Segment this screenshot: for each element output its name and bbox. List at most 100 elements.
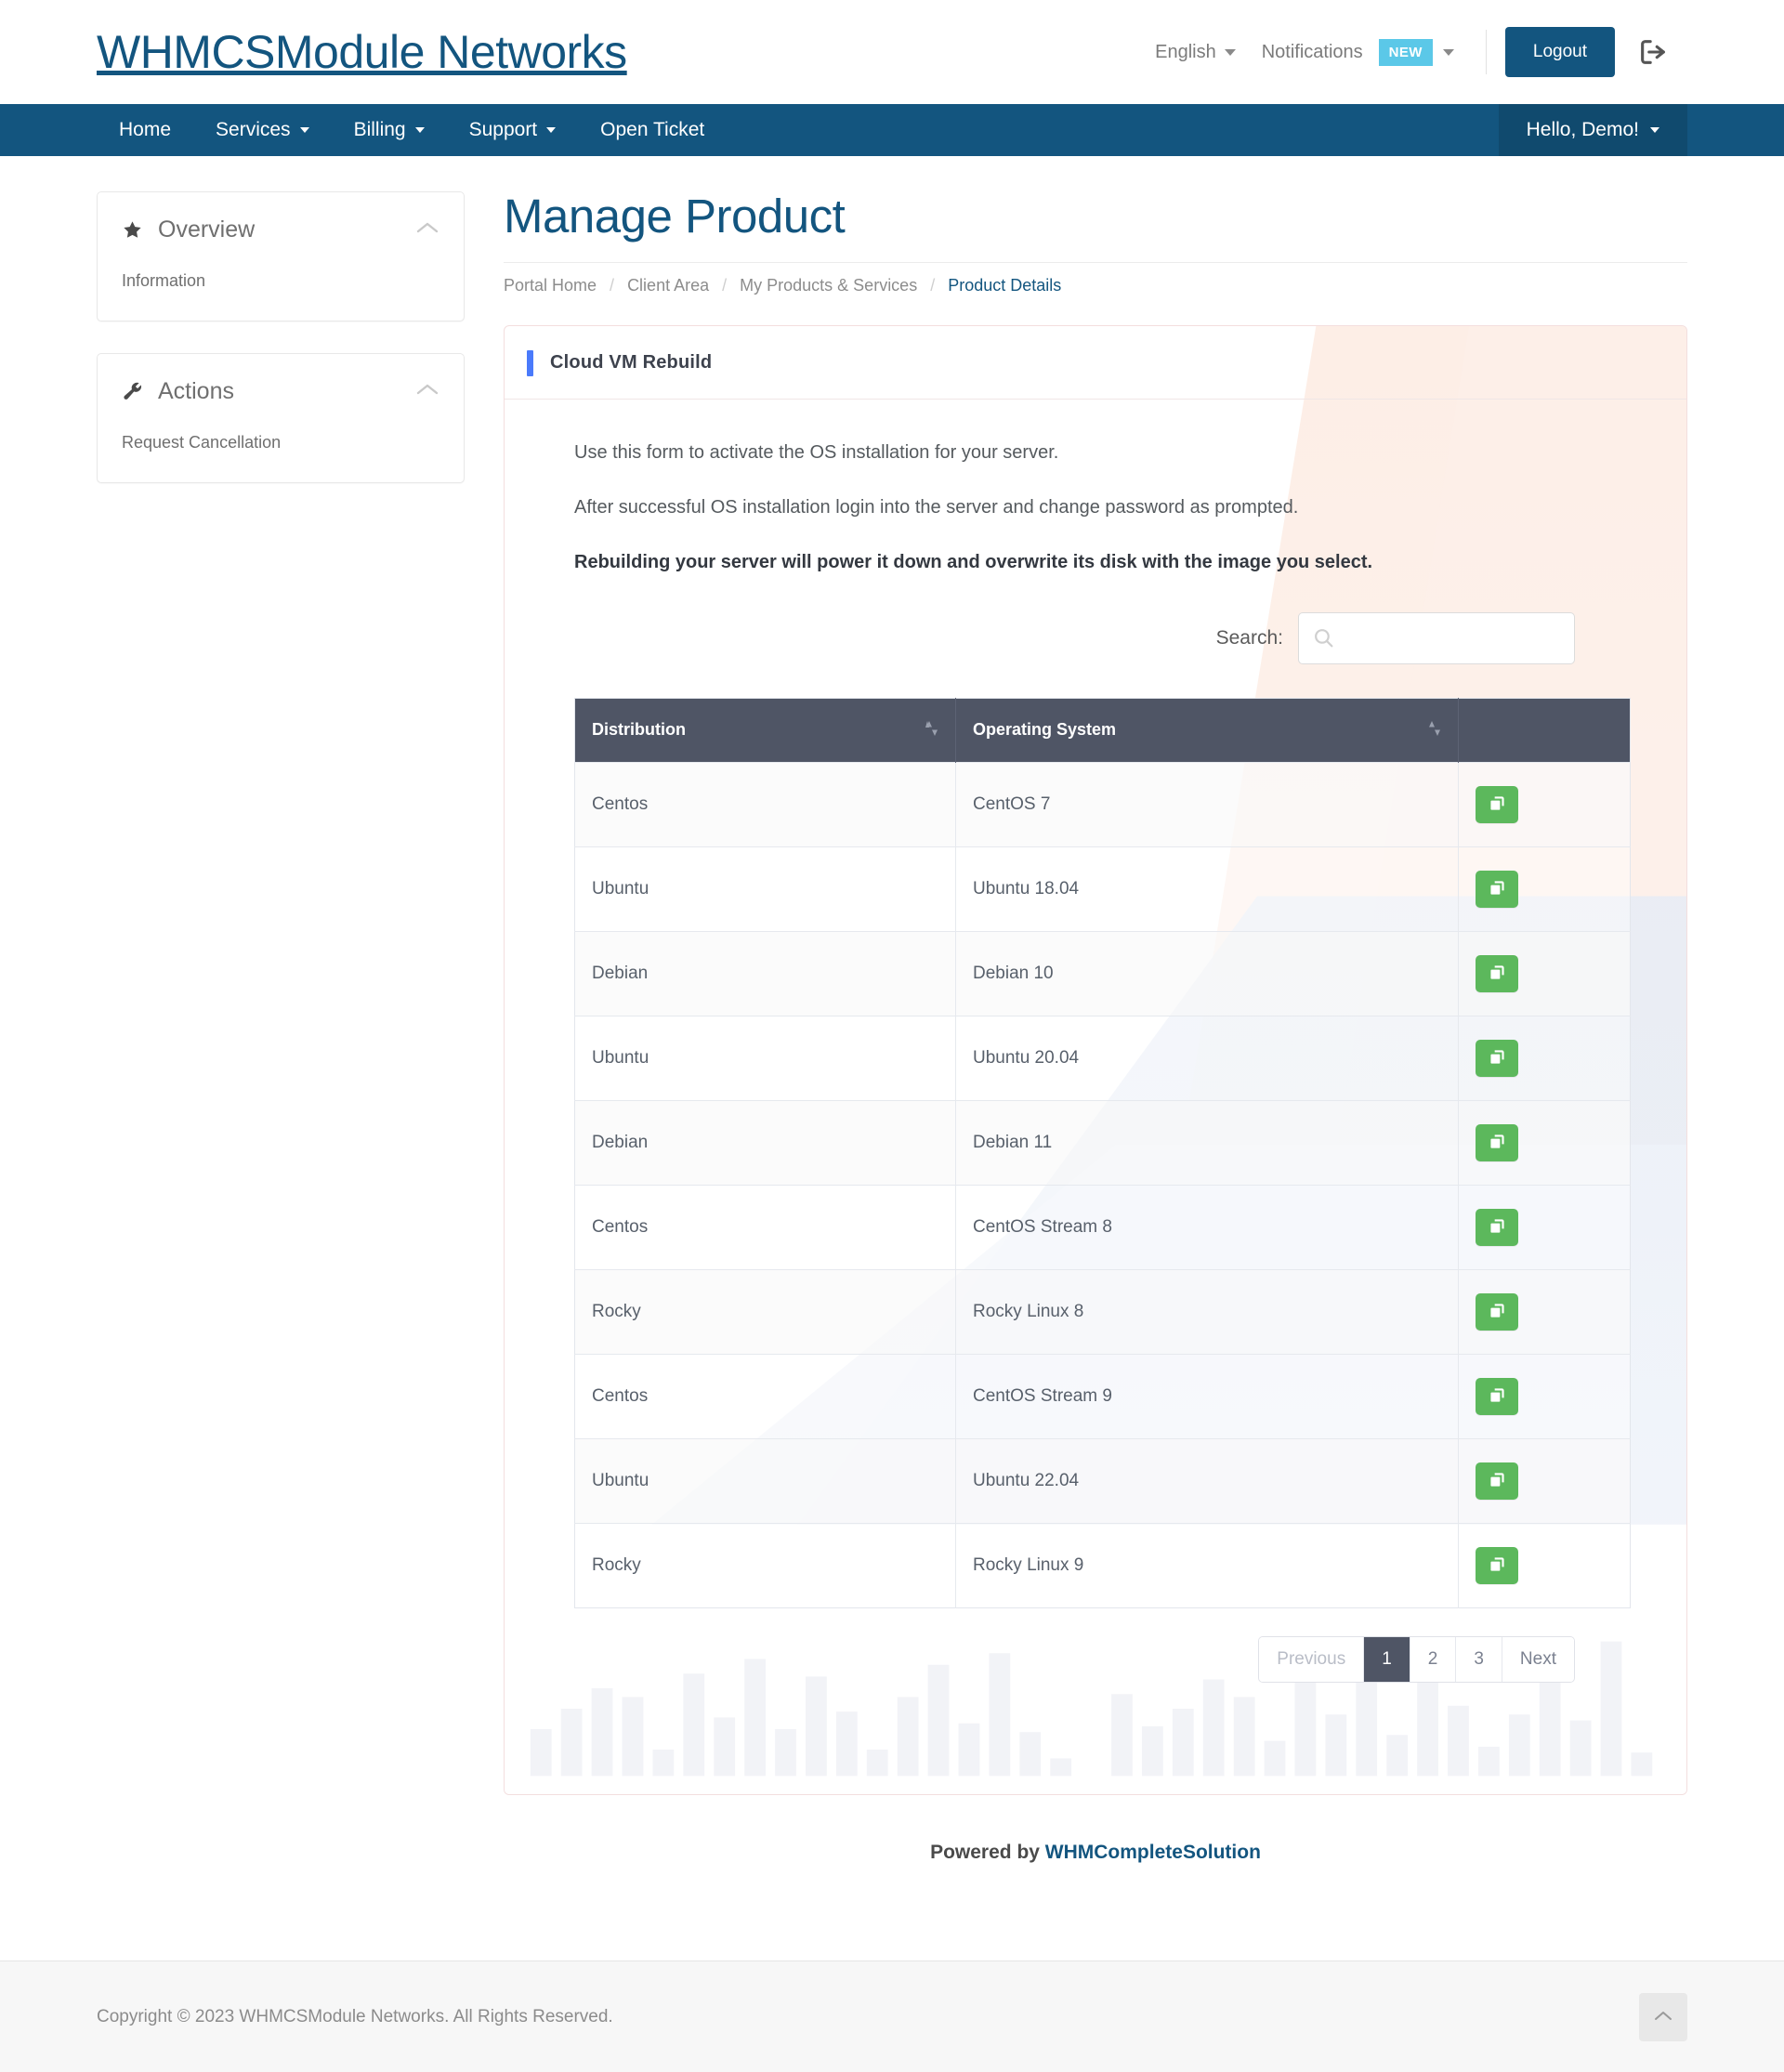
search-label: Search: bbox=[1215, 626, 1283, 649]
rebuild-button[interactable] bbox=[1476, 1377, 1518, 1415]
cell-action bbox=[1458, 1184, 1631, 1270]
chevron-up-icon[interactable] bbox=[415, 381, 439, 402]
sidebar: Overview Information Actions Request Can… bbox=[97, 191, 465, 515]
breadcrumb-item-my-products-services[interactable]: My Products & Services bbox=[740, 276, 917, 295]
clone-icon bbox=[1489, 1134, 1505, 1152]
rebuild-button[interactable] bbox=[1476, 954, 1518, 992]
rebuild-button[interactable] bbox=[1476, 1208, 1518, 1246]
cell-action bbox=[1458, 846, 1631, 932]
cell-action bbox=[1458, 1268, 1631, 1355]
cell-action bbox=[1458, 1015, 1631, 1101]
rebuild-button[interactable] bbox=[1476, 1462, 1518, 1500]
sort-icon bbox=[1428, 719, 1441, 741]
star-icon bbox=[122, 219, 143, 241]
sidebar-item-information[interactable]: Information bbox=[122, 266, 439, 296]
rebuild-button[interactable] bbox=[1476, 870, 1518, 908]
nav-item-services[interactable]: Services bbox=[193, 104, 332, 156]
pagination-page-3[interactable]: 3 bbox=[1456, 1636, 1502, 1683]
pagination-next[interactable]: Next bbox=[1502, 1636, 1574, 1683]
cell-operating-system: CentOS 7 bbox=[955, 761, 1459, 847]
breadcrumb-separator: / bbox=[722, 275, 728, 295]
column-header-distribution[interactable]: Distribution bbox=[574, 698, 956, 763]
site-logo[interactable]: WHMCSModule Networks bbox=[97, 29, 627, 75]
intro-line-2: After successful OS installation login i… bbox=[574, 496, 1299, 518]
nav-item-open-ticket[interactable]: Open Ticket bbox=[578, 104, 727, 156]
sidebar-panel-overview-body: Information bbox=[98, 266, 464, 321]
powered-by-link[interactable]: WHMCompleteSolution bbox=[1045, 1842, 1261, 1863]
sidebar-panel-actions-header[interactable]: Actions bbox=[98, 354, 464, 427]
sidebar-item-request-cancellation[interactable]: Request Cancellation bbox=[122, 427, 439, 458]
intro-line-1: Use this form to activate the OS install… bbox=[574, 441, 1059, 463]
rebuild-button[interactable] bbox=[1476, 1039, 1518, 1077]
scroll-to-top-button[interactable] bbox=[1639, 1992, 1687, 2041]
pagination-page-1[interactable]: 1 bbox=[1364, 1636, 1410, 1683]
sign-out-icon[interactable] bbox=[1637, 36, 1669, 68]
breadcrumb-item-client-area[interactable]: Client Area bbox=[627, 276, 709, 295]
chevron-down-icon bbox=[1442, 48, 1454, 56]
table-row: Debian Debian 10 bbox=[574, 930, 1631, 1016]
rebuild-button[interactable] bbox=[1476, 1546, 1518, 1584]
clone-icon bbox=[1489, 1556, 1505, 1575]
breadcrumb-item-portal-home[interactable]: Portal Home bbox=[504, 276, 597, 295]
rebuild-button[interactable] bbox=[1476, 785, 1518, 823]
table-row: Ubuntu Ubuntu 20.04 bbox=[574, 1015, 1631, 1101]
powered-by-prefix: Powered by bbox=[930, 1842, 1045, 1864]
panel-header: Cloud VM Rebuild bbox=[505, 326, 1686, 400]
nav-item-billing[interactable]: Billing bbox=[332, 104, 447, 156]
pagination-row: Previous 1 2 3 Next bbox=[574, 1608, 1631, 1684]
nav-item-support[interactable]: Support bbox=[447, 104, 579, 156]
sidebar-panel-title: Actions bbox=[158, 378, 234, 404]
cell-distribution: Centos bbox=[574, 1353, 956, 1439]
table-row: Rocky Rocky Linux 8 bbox=[574, 1268, 1631, 1355]
page-title: Manage Product bbox=[504, 190, 846, 243]
chevron-down-icon bbox=[1650, 127, 1659, 133]
footer-spacer bbox=[0, 1864, 1784, 1961]
cell-operating-system: CentOS Stream 9 bbox=[955, 1353, 1459, 1439]
nav-item-label: Home bbox=[119, 119, 172, 140]
rebuild-button[interactable] bbox=[1476, 1123, 1518, 1161]
chevron-up-icon[interactable] bbox=[415, 219, 439, 241]
table-body: Centos CentOS 7 Ubuntu Ubuntu 18.04 Debi… bbox=[574, 761, 1631, 1608]
page-body: Overview Information Actions Request Can… bbox=[0, 156, 1784, 1864]
table-row: Ubuntu Ubuntu 22.04 bbox=[574, 1437, 1631, 1524]
nav-item-label: Support bbox=[468, 119, 538, 140]
nav-item-home[interactable]: Home bbox=[97, 104, 193, 156]
column-header-actions bbox=[1458, 698, 1631, 763]
sidebar-panel-title: Overview bbox=[158, 216, 256, 243]
table-row: Centos CentOS Stream 9 bbox=[574, 1353, 1631, 1439]
cell-operating-system: Debian 10 bbox=[955, 930, 1459, 1016]
copyright-text: Copyright © 2023 WHMCSModule Networks. A… bbox=[97, 2006, 613, 2026]
breadcrumb: Portal Home / Client Area / My Products … bbox=[504, 261, 1687, 295]
chevron-down-icon bbox=[414, 127, 425, 133]
cell-operating-system: CentOS Stream 8 bbox=[955, 1184, 1459, 1270]
language-selector[interactable]: English bbox=[1142, 42, 1249, 63]
panel-bottom-spacer bbox=[505, 1683, 1686, 1794]
pagination-page-2[interactable]: 2 bbox=[1410, 1636, 1457, 1683]
chevron-down-icon bbox=[1224, 48, 1236, 56]
cell-distribution: Rocky bbox=[574, 1268, 956, 1355]
column-header-operating-system[interactable]: Operating System bbox=[955, 698, 1459, 763]
user-menu[interactable]: Hello, Demo! bbox=[1498, 104, 1687, 156]
notifications-label: Notifications bbox=[1261, 41, 1363, 62]
clone-icon bbox=[1489, 1472, 1505, 1490]
table-row: Centos CentOS 7 bbox=[574, 761, 1631, 847]
breadcrumb-separator: / bbox=[930, 275, 936, 295]
notifications-menu[interactable]: Notifications NEW bbox=[1249, 38, 1467, 66]
cell-operating-system: Rocky Linux 8 bbox=[955, 1268, 1459, 1355]
sidebar-panel-overview-header[interactable]: Overview bbox=[98, 192, 464, 266]
panel-body: Use this form to activate the OS install… bbox=[505, 400, 1686, 1684]
search-box[interactable] bbox=[1298, 611, 1575, 664]
breadcrumb-separator: / bbox=[610, 275, 615, 295]
table-header: Distribution Operating System bbox=[574, 698, 1631, 763]
breadcrumb-item-product-details[interactable]: Product Details bbox=[948, 276, 1061, 295]
table-row: Rocky Rocky Linux 9 bbox=[574, 1522, 1631, 1608]
pagination-previous[interactable]: Previous bbox=[1259, 1636, 1365, 1683]
logout-button[interactable]: Logout bbox=[1504, 27, 1615, 77]
search-input[interactable] bbox=[1335, 626, 1574, 649]
language-selector-label: English bbox=[1155, 41, 1216, 62]
chevron-down-icon bbox=[299, 127, 309, 133]
clone-icon bbox=[1489, 1303, 1505, 1321]
cell-distribution: Centos bbox=[574, 1184, 956, 1270]
rebuild-button[interactable] bbox=[1476, 1292, 1518, 1331]
table-header-row: Distribution Operating System bbox=[574, 698, 1631, 763]
